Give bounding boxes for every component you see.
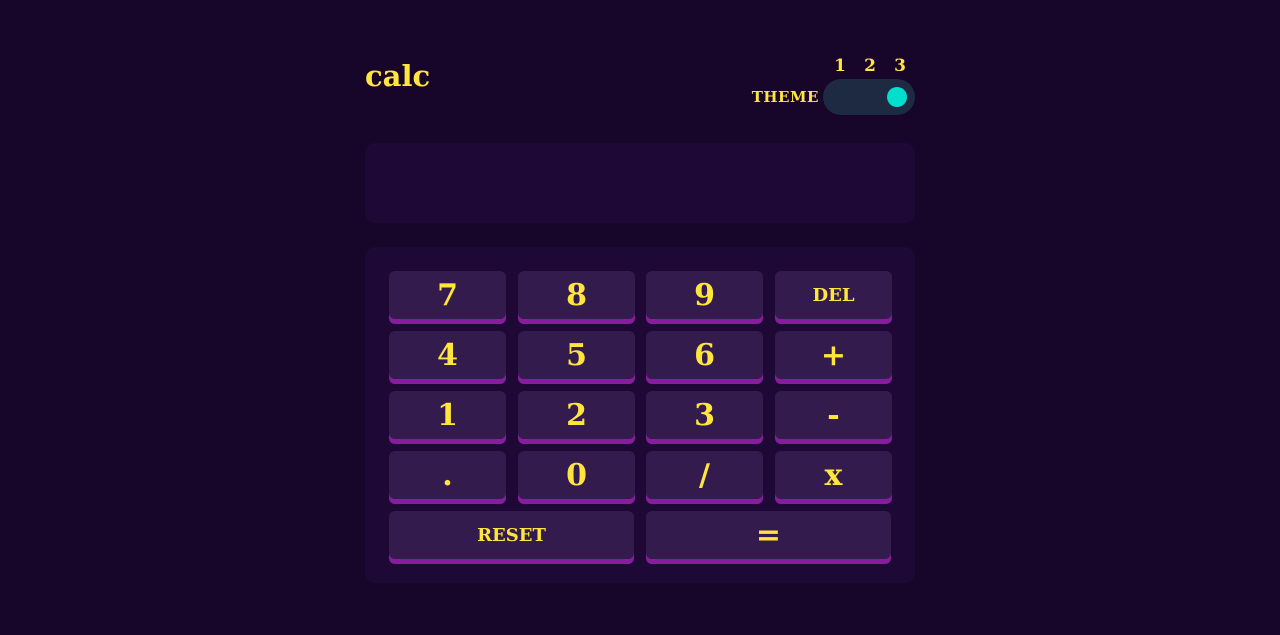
plus-button[interactable]: + — [775, 331, 892, 384]
key-1[interactable]: 1 — [389, 391, 506, 444]
key-6[interactable]: 6 — [646, 331, 763, 384]
key-5[interactable]: 5 — [518, 331, 635, 384]
reset-button[interactable]: RESET — [389, 511, 634, 564]
app-title: calc — [365, 59, 431, 93]
key-0[interactable]: 0 — [518, 451, 635, 504]
delete-button[interactable]: DEL — [775, 271, 892, 324]
theme-option-3[interactable]: 3 — [885, 56, 915, 76]
theme-toggle-knob[interactable] — [887, 87, 907, 107]
key-8[interactable]: 8 — [518, 271, 635, 324]
key-9[interactable]: 9 — [646, 271, 763, 324]
decimal-button[interactable]: . — [389, 451, 506, 504]
minus-button[interactable]: - — [775, 391, 892, 444]
key-3[interactable]: 3 — [646, 391, 763, 444]
divide-button[interactable]: / — [646, 451, 763, 504]
key-2[interactable]: 2 — [518, 391, 635, 444]
calculator-display — [365, 143, 915, 223]
key-4[interactable]: 4 — [389, 331, 506, 384]
header: calc 1 2 3 THEME — [365, 0, 915, 130]
theme-option-2[interactable]: 2 — [855, 56, 885, 76]
theme-option-1[interactable]: 1 — [825, 56, 855, 76]
calculator-app: calc 1 2 3 THEME 7 8 9 DEL 4 5 6 + 1 2 3… — [365, 0, 915, 583]
theme-options: 1 2 3 — [825, 56, 915, 76]
keypad: 7 8 9 DEL 4 5 6 + 1 2 3 - . 0 / x RESET … — [365, 247, 915, 583]
theme-toggle[interactable] — [823, 79, 915, 115]
multiply-button[interactable]: x — [775, 451, 892, 504]
theme-label: THEME — [751, 88, 819, 106]
key-7[interactable]: 7 — [389, 271, 506, 324]
equals-button[interactable]: = — [646, 511, 891, 564]
